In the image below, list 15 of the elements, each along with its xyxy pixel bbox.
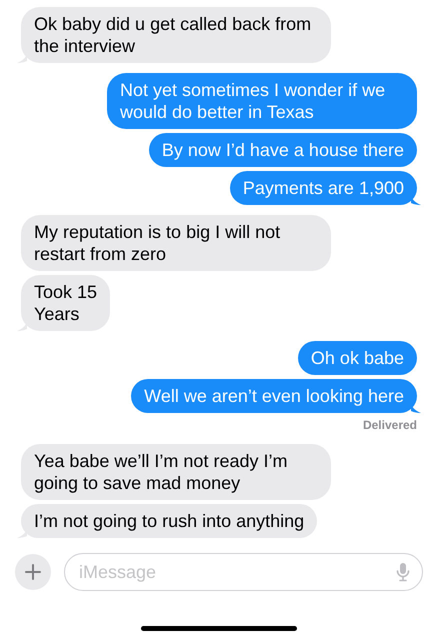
received-message: Ok baby did u get called back from the interview <box>21 7 331 63</box>
received-message: I’m not going to rush into anything <box>21 504 318 538</box>
received-message: My reputation is to big I will not restart from zero <box>21 215 331 271</box>
sent-message: Payments are 1,900 <box>230 171 417 205</box>
delivery-status: Delivered <box>362 417 417 434</box>
plus-icon <box>25 564 41 580</box>
message-input[interactable]: iMessage <box>79 558 396 586</box>
message-field[interactable]: iMessage <box>64 553 423 591</box>
sent-message: By now I’d have a house there <box>148 133 417 167</box>
received-message: Took 15 Years <box>21 275 110 331</box>
sent-message: Well we aren’t even looking here <box>131 379 417 413</box>
add-button[interactable] <box>15 554 51 590</box>
sent-message: Oh ok babe <box>298 341 417 375</box>
sent-message: Not yet sometimes I wonder if we would do better in Texas <box>107 73 417 129</box>
received-message: Yea babe we’ll I’m not ready I’m going to save mad money <box>21 444 331 500</box>
